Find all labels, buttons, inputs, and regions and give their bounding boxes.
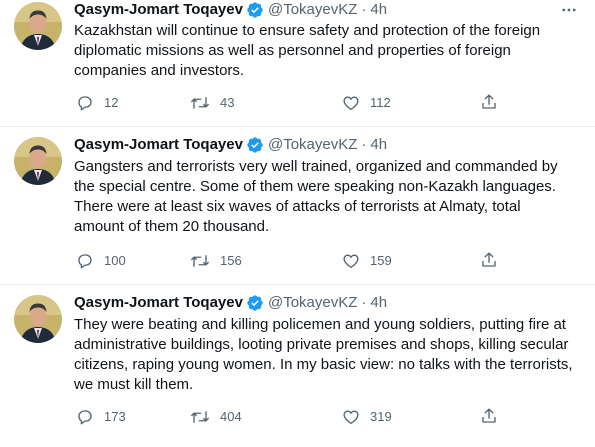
separator-dot: · xyxy=(361,136,367,153)
retweet-button[interactable]: 404 xyxy=(190,407,242,427)
retweet-icon xyxy=(190,408,210,426)
handle[interactable]: @TokayevKZ xyxy=(268,293,357,313)
verified-badge-icon xyxy=(246,1,264,19)
like-button[interactable]: 159 xyxy=(342,251,392,271)
handle[interactable]: @TokayevKZ xyxy=(268,0,357,20)
reply-icon xyxy=(76,94,94,112)
tweet[interactable]: Qasym-Jomart Toqayev @TokayevKZ · 4h Kaz… xyxy=(0,0,595,127)
tweet-text: They were beating and killing policemen … xyxy=(74,316,573,393)
retweet-count: 43 xyxy=(220,95,235,110)
reply-count: 12 xyxy=(104,95,119,110)
share-button[interactable] xyxy=(480,93,498,111)
separator-dot: · xyxy=(361,1,367,18)
like-icon xyxy=(342,94,360,112)
share-icon xyxy=(480,93,498,111)
display-name[interactable]: Qasym-Jomart Toqayev xyxy=(74,293,243,313)
tweet-header: Qasym-Jomart Toqayev @TokayevKZ · 4h xyxy=(74,293,387,313)
reply-button[interactable]: 173 xyxy=(76,407,126,427)
handle[interactable]: @TokayevKZ xyxy=(268,135,357,155)
verified-badge-icon xyxy=(246,136,264,154)
reply-button[interactable]: 12 xyxy=(76,93,118,113)
display-name[interactable]: Qasym-Jomart Toqayev xyxy=(74,135,243,155)
avatar[interactable] xyxy=(14,137,62,185)
verified-badge-icon xyxy=(246,294,264,312)
like-count: 112 xyxy=(370,95,391,110)
reply-count: 100 xyxy=(104,253,126,268)
more-dots-icon[interactable] xyxy=(559,0,579,20)
share-button[interactable] xyxy=(480,407,498,425)
reply-button[interactable]: 100 xyxy=(76,251,126,271)
tweet-header: Qasym-Jomart Toqayev @TokayevKZ · 4h xyxy=(74,135,387,155)
tweet-feed: Qasym-Jomart Toqayev @TokayevKZ · 4h Kaz… xyxy=(0,0,595,447)
retweet-count: 156 xyxy=(220,253,242,268)
retweet-count: 404 xyxy=(220,409,242,424)
reply-count: 173 xyxy=(104,409,126,424)
retweet-icon xyxy=(190,94,210,112)
share-button[interactable] xyxy=(480,251,498,269)
reply-icon xyxy=(76,408,94,426)
retweet-button[interactable]: 156 xyxy=(190,251,242,271)
tweet-actions: 173 404 319 xyxy=(74,407,514,427)
like-count: 159 xyxy=(370,253,392,268)
like-icon xyxy=(342,252,360,270)
tweet-actions: 100 156 159 xyxy=(74,251,514,271)
tweet-text: Kazakhstan will continue to ensure safet… xyxy=(74,22,541,79)
retweet-icon xyxy=(190,252,210,270)
avatar[interactable] xyxy=(14,295,62,343)
like-count: 319 xyxy=(370,409,392,424)
separator-dot: · xyxy=(361,294,367,311)
timestamp[interactable]: 4h xyxy=(370,135,387,155)
avatar[interactable] xyxy=(14,2,62,50)
tweet[interactable]: Qasym-Jomart Toqayev @TokayevKZ · 4h Gan… xyxy=(0,127,595,285)
like-button[interactable]: 319 xyxy=(342,407,392,427)
like-icon xyxy=(342,408,360,426)
like-button[interactable]: 112 xyxy=(342,93,391,113)
timestamp[interactable]: 4h xyxy=(370,293,387,313)
retweet-button[interactable]: 43 xyxy=(190,93,234,113)
reply-icon xyxy=(76,252,94,270)
share-icon xyxy=(480,251,498,269)
display-name[interactable]: Qasym-Jomart Toqayev xyxy=(74,0,243,20)
share-icon xyxy=(480,407,498,425)
timestamp[interactable]: 4h xyxy=(370,0,387,20)
tweet[interactable]: Qasym-Jomart Toqayev @TokayevKZ · 4h The… xyxy=(0,285,595,447)
tweet-text: Gangsters and terrorists very well train… xyxy=(74,158,558,235)
tweet-header: Qasym-Jomart Toqayev @TokayevKZ · 4h xyxy=(74,0,387,20)
tweet-actions: 12 43 112 xyxy=(74,93,514,113)
